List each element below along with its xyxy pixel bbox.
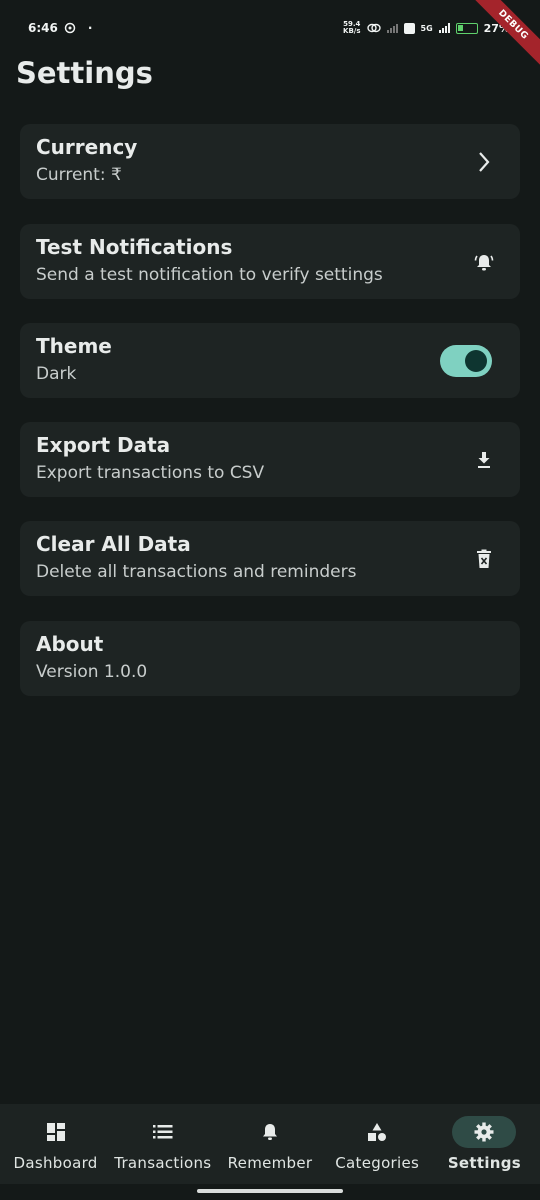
network-type: 5G xyxy=(420,23,433,33)
nav-dashboard[interactable]: Dashboard xyxy=(2,1104,109,1172)
nav-transactions[interactable]: Transactions xyxy=(109,1104,216,1172)
bottom-nav: Dashboard Transactions Remember Categori… xyxy=(0,1104,540,1184)
net-speed: 59.4 KB/s xyxy=(343,20,361,35)
setting-currency[interactable]: Currency Current: ₹ xyxy=(20,124,520,199)
list-icon xyxy=(152,1125,173,1139)
setting-subtitle: Dark xyxy=(36,364,77,384)
clock: 6:46 xyxy=(28,21,58,35)
setting-theme[interactable]: Theme Dark xyxy=(20,323,520,398)
nav-categories[interactable]: Categories xyxy=(324,1104,431,1172)
setting-subtitle: Delete all transactions and reminders xyxy=(36,562,357,582)
nav-label: Remember xyxy=(227,1154,313,1172)
status-left: 6:46 · xyxy=(28,21,92,35)
setting-export-data[interactable]: Export Data Export transactions to CSV xyxy=(20,422,520,497)
setting-test-notifications[interactable]: Test Notifications Send a test notificat… xyxy=(20,224,520,299)
nav-pill xyxy=(345,1116,409,1148)
setting-title: About xyxy=(36,632,104,656)
nav-pill xyxy=(238,1116,302,1148)
nav-pill xyxy=(131,1116,195,1148)
status-right: 59.4 KB/s 5G 27% xyxy=(343,21,510,35)
setting-subtitle: Send a test notification to verify setti… xyxy=(36,265,383,285)
link-icon xyxy=(366,23,381,33)
status-dot: · xyxy=(87,21,93,35)
home-indicator[interactable] xyxy=(197,1189,343,1193)
delete-icon[interactable] xyxy=(472,547,496,571)
status-bar: 6:46 · 59.4 KB/s 5G 27% xyxy=(0,0,540,56)
categories-icon xyxy=(368,1123,387,1141)
nav-remember[interactable]: Remember xyxy=(216,1104,323,1172)
toggle-knob xyxy=(465,349,487,372)
nav-label: Settings xyxy=(447,1154,522,1172)
nav-label: Categories xyxy=(335,1154,420,1172)
setting-subtitle: Current: ₹ xyxy=(36,165,122,185)
setting-title: Test Notifications xyxy=(36,235,233,259)
volte-icon xyxy=(403,22,415,34)
nav-pill xyxy=(24,1116,88,1148)
nav-pill-active xyxy=(452,1116,517,1148)
signal-icon-2 xyxy=(438,23,450,33)
settings-status-icon xyxy=(64,22,76,34)
nav-label: Dashboard xyxy=(13,1154,98,1172)
nav-settings[interactable]: Settings xyxy=(431,1104,538,1172)
battery-icon xyxy=(455,22,478,34)
setting-subtitle: Version 1.0.0 xyxy=(36,662,148,682)
gear-icon xyxy=(474,1122,494,1142)
setting-title: Theme xyxy=(36,334,112,358)
bell-icon xyxy=(263,1124,277,1140)
download-icon[interactable] xyxy=(472,448,496,472)
page-title: Settings xyxy=(16,56,153,90)
setting-about[interactable]: About Version 1.0.0 xyxy=(20,621,520,696)
setting-title: Export Data xyxy=(36,433,171,457)
dashboard-icon xyxy=(46,1123,65,1141)
bell-ring-icon[interactable] xyxy=(472,250,496,274)
signal-icon-1 xyxy=(386,23,398,33)
theme-toggle[interactable] xyxy=(440,344,492,377)
setting-title: Currency xyxy=(36,135,138,159)
nav-label: Transactions xyxy=(114,1154,212,1172)
setting-clear-all-data[interactable]: Clear All Data Delete all transactions a… xyxy=(20,521,520,596)
chevron-right-icon xyxy=(472,150,496,174)
setting-title: Clear All Data xyxy=(36,532,191,556)
setting-subtitle: Export transactions to CSV xyxy=(36,463,265,483)
